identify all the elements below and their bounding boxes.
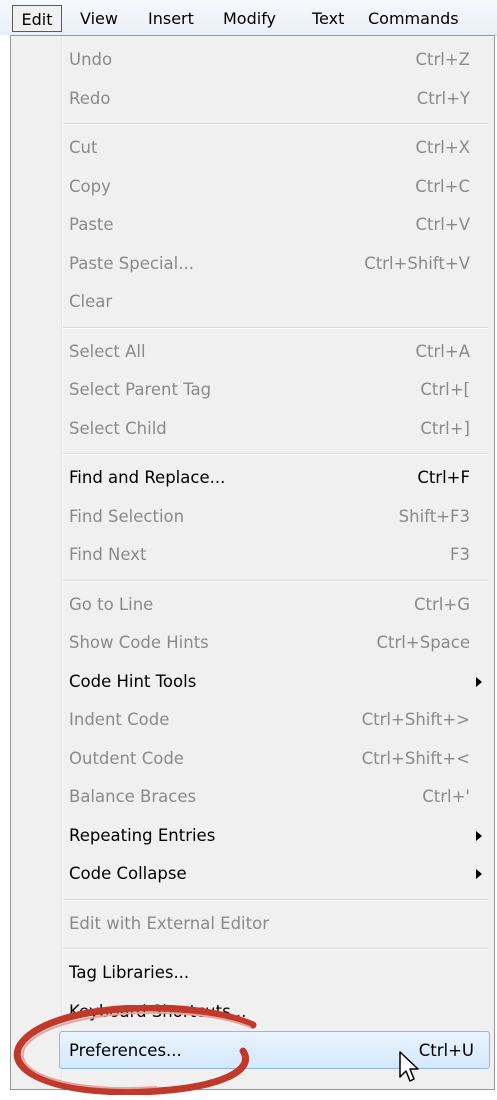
menu-item-label: Select All [69, 341, 146, 361]
menu-item-shortcut: Shift+F3 [398, 506, 470, 526]
menu-item-paste[interactable]: Paste Ctrl+V [11, 206, 494, 244]
menu-item-label: Outdent Code [69, 748, 184, 768]
menu-item-tag-libraries[interactable]: Tag Libraries... [11, 954, 494, 992]
menu-item-select-parent-tag[interactable]: Select Parent Tag Ctrl+[ [11, 371, 494, 409]
menu-item-shortcut: Ctrl+] [420, 418, 470, 438]
menu-item-shortcut: Ctrl+Shift+> [361, 710, 470, 729]
menu-item-shortcut: Ctrl+F [417, 468, 470, 487]
menu-item-code-collapse[interactable]: Code Collapse [11, 855, 494, 893]
menu-item-show-code-hints[interactable]: Show Code Hints Ctrl+Space [11, 624, 494, 662]
menu-item-shortcut: Ctrl+V [415, 215, 470, 234]
menubar-item-insert[interactable]: Insert [148, 5, 194, 32]
menu-item-shortcut: Ctrl+' [422, 787, 470, 806]
menu-item-label: Undo [69, 50, 113, 69]
menu-item-label: Select Child [69, 418, 167, 438]
edit-menu-dropdown: Undo Ctrl+Z Redo Ctrl+Y Cut Ctrl+X Copy Ctrl+C P… [10, 35, 495, 1090]
menu-item-select-all[interactable]: Select All Ctrl+A [11, 333, 494, 371]
menu-item-keyboard-shortcuts[interactable]: Keyboard Shortcuts... [11, 993, 494, 1031]
submenu-arrow-icon [476, 676, 482, 687]
menubar-item-commands[interactable]: Commands [368, 5, 459, 32]
menu-bar: Edit View Insert Modify Text Commands [0, 0, 497, 36]
background-window-edge [0, 35, 10, 1090]
menubar-item-edit[interactable]: Edit [12, 5, 62, 32]
menu-item-clear[interactable]: Clear [11, 283, 494, 321]
menu-separator [63, 453, 488, 455]
menu-item-indent-code[interactable]: Indent Code Ctrl+Shift+> [11, 701, 494, 739]
menu-item-label: Repeating Entries [69, 825, 216, 845]
menu-item-paste-special[interactable]: Paste Special... Ctrl+Shift+V [11, 245, 494, 283]
menu-item-label: Go to Line [69, 594, 154, 614]
menu-item-shortcut: Ctrl+Y [416, 88, 470, 108]
menu-item-shortcut: Ctrl+G [414, 594, 470, 614]
submenu-arrow-icon [476, 869, 482, 879]
menu-item-label: Code Collapse [69, 864, 187, 883]
menu-item-label: Copy [69, 176, 111, 196]
menu-item-shortcut: Ctrl+Shift+< [361, 748, 470, 768]
menu-item-shortcut: Ctrl+X [415, 138, 471, 157]
menu-item-label: Select Parent Tag [69, 380, 212, 399]
menu-item-outdent-code[interactable]: Outdent Code Ctrl+Shift+< [11, 740, 494, 778]
menu-item-shortcut: Ctrl+U [418, 1041, 474, 1060]
menu-item-label: Code Hint Tools [69, 671, 197, 691]
menu-item-label: Edit with External Editor [69, 913, 269, 933]
menu-item-find-selection[interactable]: Find Selection Shift+F3 [11, 498, 494, 536]
menu-item-balance-braces[interactable]: Balance Braces Ctrl+' [11, 778, 494, 816]
menu-item-redo[interactable]: Redo Ctrl+Y [11, 80, 494, 118]
menu-item-shortcut: Ctrl+Space [376, 633, 470, 652]
menu-item-label: Indent Code [69, 710, 170, 729]
menu-item-select-child[interactable]: Select Child Ctrl+] [11, 410, 494, 448]
menu-item-copy[interactable]: Copy Ctrl+C [11, 168, 494, 206]
menu-separator [63, 948, 488, 950]
menu-separator [63, 123, 488, 125]
menu-item-label: Show Code Hints [69, 633, 209, 652]
menu-item-label: Tag Libraries... [69, 963, 190, 982]
menu-item-code-hint-tools[interactable]: Code Hint Tools [11, 663, 494, 701]
menubar-item-view[interactable]: View [80, 5, 118, 32]
menu-item-shortcut: Ctrl+A [415, 341, 470, 361]
menu-item-shortcut: Ctrl+Z [415, 50, 471, 69]
menu-item-go-to-line[interactable]: Go to Line Ctrl+G [11, 586, 494, 624]
menu-item-undo[interactable]: Undo Ctrl+Z [11, 41, 494, 79]
menu-item-label: Paste [69, 215, 114, 234]
menu-item-edit-with-external-editor[interactable]: Edit with External Editor [11, 905, 494, 943]
menu-separator [63, 579, 488, 582]
menu-item-shortcut: Ctrl+C [415, 176, 470, 196]
menu-item-label: Find Next [69, 545, 147, 564]
menu-separator [63, 898, 488, 901]
menubar-item-text[interactable]: Text [312, 5, 344, 32]
menu-item-preferences[interactable]: Preferences... Ctrl+U [59, 1031, 490, 1069]
menubar-item-modify[interactable]: Modify [223, 5, 276, 32]
menu-item-label: Find Selection [69, 506, 185, 526]
menu-item-label: Find and Replace... [69, 468, 226, 487]
menu-item-label: Balance Braces [69, 787, 197, 806]
menu-item-shortcut: Ctrl+[ [420, 380, 470, 399]
submenu-arrow-icon [476, 830, 482, 841]
menu-item-label: Cut [69, 138, 98, 157]
menu-separator [63, 326, 488, 329]
menu-item-label: Clear [69, 292, 113, 311]
menu-item-label: Preferences... [69, 1041, 182, 1060]
menu-item-shortcut: F3 [450, 545, 470, 564]
menu-item-label: Redo [69, 88, 111, 108]
menu-item-find-next[interactable]: Find Next F3 [11, 536, 494, 574]
menu-item-cut[interactable]: Cut Ctrl+X [11, 129, 494, 167]
menu-item-repeating-entries[interactable]: Repeating Entries [11, 817, 494, 855]
menu-item-shortcut: Ctrl+Shift+V [364, 253, 470, 273]
menu-item-label: Keyboard Shortcuts... [69, 1001, 247, 1021]
menu-item-find-and-replace[interactable]: Find and Replace... Ctrl+F [11, 459, 494, 497]
menu-item-label: Paste Special... [69, 253, 194, 273]
